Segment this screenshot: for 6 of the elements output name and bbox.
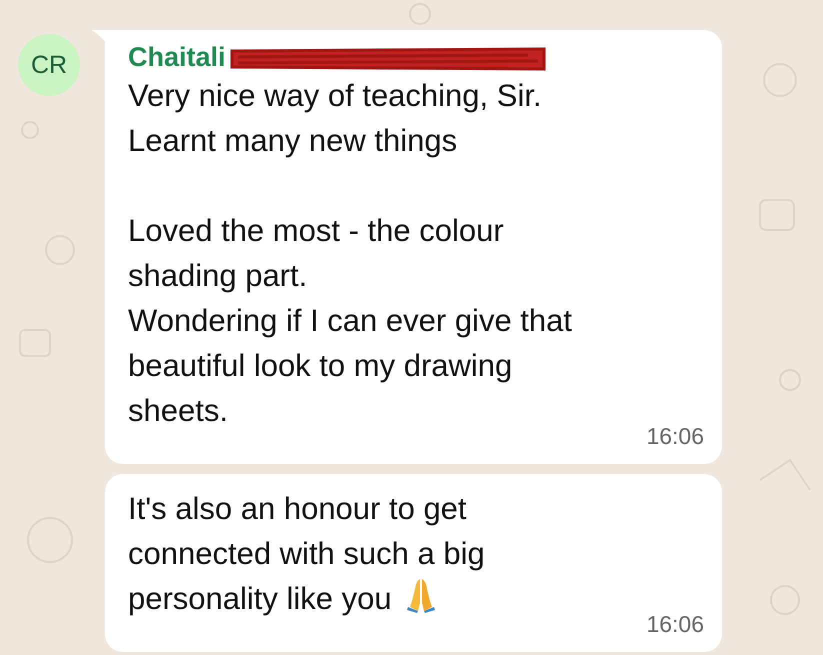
message-time: 16:06 xyxy=(645,611,704,638)
message-time: 16:06 xyxy=(645,423,704,450)
avatar[interactable]: CR xyxy=(18,34,80,96)
message-text: It's also an honour to get connected with such a big personality like you xyxy=(128,491,485,616)
sender-name[interactable]: Chaitali xyxy=(128,42,226,73)
message-text: Very nice way of teaching, Sir. Learnt many new things Loved the most - the colour shading part. Wondering if I can ever give that beautiful look to my drawing sheets. xyxy=(128,78,572,428)
